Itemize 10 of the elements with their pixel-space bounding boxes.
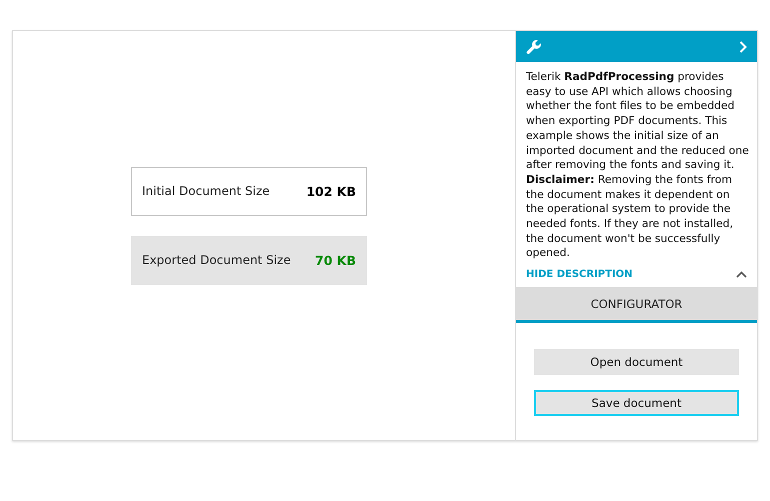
size-value: 70 KB (315, 252, 356, 268)
size-label: Exported Document Size (142, 253, 291, 268)
chevron-up-icon[interactable] (736, 271, 747, 278)
save-document-button[interactable]: Save document (534, 390, 739, 416)
size-label: Initial Document Size (142, 184, 270, 198)
wrench-icon[interactable] (526, 38, 542, 54)
description-text: Telerik RadPdfProcessing provides easy to use API which allows choosing whether the font files to be embedded when exporting PDF documents. This example shows the initial size of an imported document and the reduced one after removing the fonts and saving it. Disclaimer: Removing the fonts from the document makes it dependent on the operational system to provide the needed fonts. If they are not installed, the document won't be successfully opened. (525, 69, 750, 262)
open-document-button[interactable]: Open document (534, 349, 739, 376)
size-value: 102 KB (306, 184, 356, 199)
chevron-right-icon[interactable] (739, 40, 747, 52)
